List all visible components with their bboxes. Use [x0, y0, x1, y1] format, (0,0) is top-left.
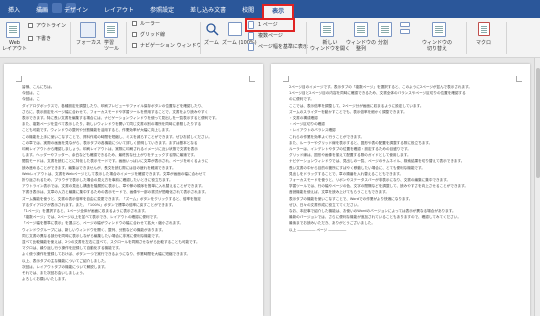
- zoom-button[interactable]: ズーム: [204, 40, 219, 46]
- text-line: よろしくお願いいたします。: [22, 277, 69, 282]
- tab-review[interactable]: 校閲: [234, 7, 262, 18]
- tab-layout[interactable]: レイアウト: [96, 7, 142, 18]
- group-divider: [126, 22, 127, 54]
- group-divider: [466, 22, 467, 54]
- ribbon-tabs: 挿入 描画 デザイン レイアウト 参照設定 差し込み文書 校閲 表示: [0, 4, 295, 18]
- web-layout-icon[interactable]: [6, 22, 20, 38]
- learning-tools-button[interactable]: 学習 ツール: [104, 40, 119, 52]
- ribbon-view: Web レイアウト アウトライン 下書き フォーカス 学習 ツール ルーラー グ…: [0, 18, 540, 58]
- switch-windows-button[interactable]: ウィンドウの 切り替え: [422, 40, 452, 52]
- tab-references[interactable]: 参照設定: [142, 7, 182, 18]
- page-2-text: 2ページ目のイメージです。表示タブの「複数ページ」を選択すると、このように2ペー…: [289, 84, 516, 233]
- split-icon[interactable]: [378, 22, 392, 37]
- tab-view[interactable]: 表示: [262, 4, 295, 18]
- new-window-icon[interactable]: [320, 22, 334, 37]
- margin-mark: [516, 76, 522, 82]
- web-layout-button[interactable]: Web レイアウト: [2, 40, 27, 52]
- draft-checkbox-icon[interactable]: [28, 36, 33, 41]
- page-1-text: 皆様、こんにちは。 今回は、こ 今回は、こ ダイアログボックスで、各種設定を調整したり…: [22, 84, 249, 283]
- ruler-option[interactable]: ルーラー: [140, 21, 160, 27]
- tab-draw[interactable]: 描画: [28, 7, 56, 18]
- word-window: 挿入 描画 デザイン レイアウト 参照設定 差し込み文書 校閲 表示 Web レ…: [0, 0, 540, 316]
- zoom-100-icon[interactable]: [228, 22, 242, 36]
- nav-pane-checkbox-icon[interactable]: [132, 43, 137, 48]
- group-divider: [306, 22, 307, 54]
- zoom-icon[interactable]: [205, 22, 219, 36]
- margin-mark: [249, 76, 255, 82]
- arrange-all-button[interactable]: ウィンドウの 整列: [346, 40, 376, 52]
- focus-button[interactable]: フォーカス: [76, 40, 101, 46]
- arrange-all-icon[interactable]: [354, 22, 368, 37]
- gridlines-option[interactable]: グリッド線: [140, 32, 165, 38]
- split-button[interactable]: 分割: [378, 40, 388, 46]
- side-by-side-icon[interactable]: [400, 22, 410, 27]
- page-1[interactable]: 皆様、こんにちは。 今回は、こ 今回は、こ ダイアログボックスで、各種設定を調整したり…: [4, 64, 263, 316]
- sync-scrolling-icon[interactable]: [400, 29, 410, 34]
- outline-checkbox-icon[interactable]: [28, 23, 33, 28]
- margin-mark: [283, 76, 289, 82]
- page-width-icon: [248, 43, 254, 51]
- tab-insert[interactable]: 挿入: [0, 7, 28, 18]
- gridlines-checkbox-icon[interactable]: [132, 32, 137, 37]
- learning-tools-icon[interactable]: [104, 22, 118, 38]
- vertical-scrollbar[interactable]: [534, 58, 540, 316]
- macros-icon[interactable]: [478, 22, 490, 36]
- focus-icon[interactable]: [80, 22, 96, 38]
- group-divider: [200, 22, 201, 54]
- nav-pane-option[interactable]: ナビゲーション ウィンドウ: [140, 43, 202, 49]
- new-window-button[interactable]: 新しい ウィンドウを開く: [310, 40, 350, 52]
- switch-windows-icon[interactable]: [432, 22, 446, 37]
- scrollbar-thumb[interactable]: [536, 68, 540, 178]
- text-line: 以上 ――――― ページ ―――――: [289, 227, 347, 232]
- multiple-pages-button[interactable]: 複数ページ: [258, 33, 283, 39]
- macros-button[interactable]: マクロ: [476, 40, 491, 46]
- tab-design[interactable]: デザイン: [56, 7, 96, 18]
- page-2[interactable]: 2ページ目のイメージです。表示タブの「複数ページ」を選択すると、このように2ペー…: [271, 64, 530, 316]
- group-divider: [70, 22, 71, 54]
- page-width-button[interactable]: ページ幅を基準に表示: [258, 44, 308, 50]
- multiple-pages-icon: [248, 32, 254, 40]
- ruler-checkbox-icon[interactable]: [132, 21, 137, 26]
- draft-button[interactable]: 下書き: [36, 36, 51, 42]
- margin-mark: [16, 76, 22, 82]
- outline-button[interactable]: アウトライン: [36, 23, 66, 29]
- one-page-highlight: [245, 18, 295, 32]
- tab-mailings[interactable]: 差し込み文書: [182, 7, 234, 18]
- group-divider: [506, 22, 507, 54]
- document-area: 皆様、こんにちは。 今回は、こ 今回は、こ ダイアログボックスで、各種設定を調整したり…: [0, 58, 540, 316]
